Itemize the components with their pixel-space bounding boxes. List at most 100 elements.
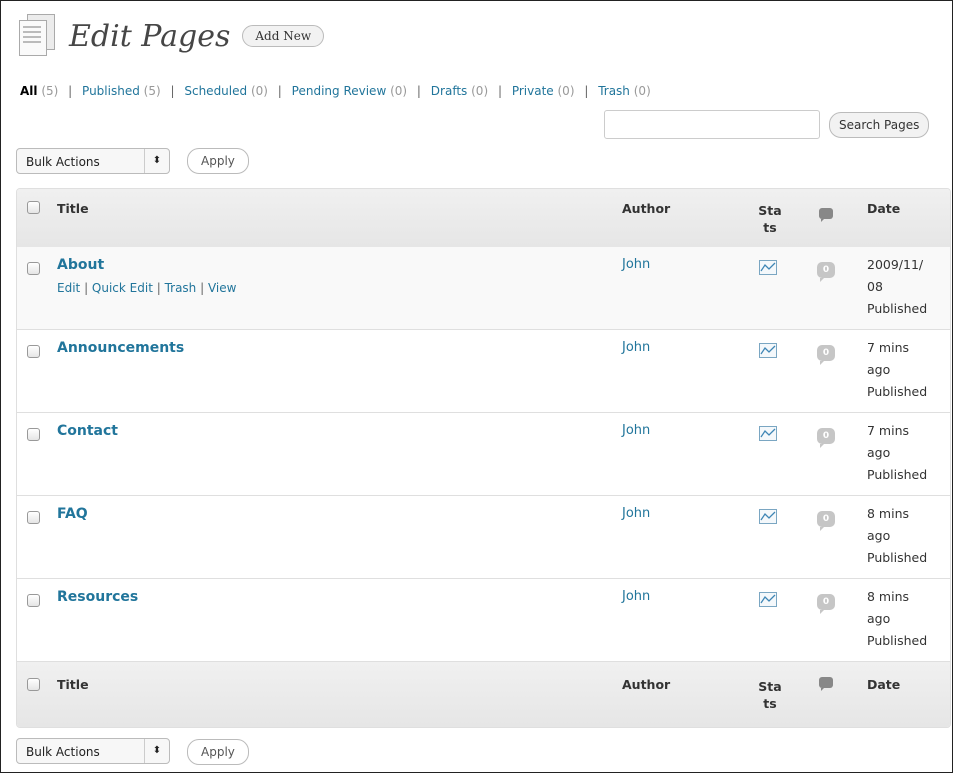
date-line1: 2009/11/: [867, 257, 924, 272]
filter-separator: |: [497, 84, 502, 98]
filter-trash-count: (0): [633, 84, 651, 98]
filter-separator: |: [416, 84, 421, 98]
filter-separator: |: [170, 84, 175, 98]
row-checkbox[interactable]: [27, 594, 40, 607]
pages-icon: [17, 14, 55, 58]
author-link[interactable]: John: [622, 340, 650, 355]
filter-scheduled-count: (0): [250, 84, 268, 98]
search-input[interactable]: [604, 110, 820, 139]
date-line2: ago: [867, 362, 891, 377]
status-text: Published: [867, 384, 928, 399]
column-author[interactable]: Author: [622, 201, 670, 216]
row-actions: Edit | Quick Edit | Trash | View: [57, 281, 237, 295]
date-line1: 7 mins: [867, 340, 910, 355]
view-link[interactable]: View: [208, 281, 236, 295]
filter-private[interactable]: Private: [512, 84, 554, 98]
trash-link[interactable]: Trash: [165, 281, 197, 295]
table-row: Announcements John 0 7 mins ago Publishe…: [17, 330, 950, 413]
date-cell: 2009/11/ 08 Published: [867, 254, 927, 320]
stats-chart-icon[interactable]: [759, 260, 777, 275]
edit-link[interactable]: Edit: [57, 281, 80, 295]
column-stats-footer: Sta ts: [755, 678, 785, 712]
column-title[interactable]: Title: [57, 201, 89, 216]
filter-drafts-count: (0): [471, 84, 489, 98]
page-title-link[interactable]: Contact: [57, 423, 118, 439]
page-title: Edit Pages: [69, 18, 231, 54]
row-checkbox[interactable]: [27, 511, 40, 524]
bulk-actions-label: Bulk Actions: [26, 745, 100, 759]
column-date[interactable]: Date: [867, 198, 900, 220]
row-checkbox[interactable]: [27, 262, 40, 275]
date-cell: 7 mins ago Published: [867, 420, 927, 486]
column-stats-line1: Sta: [758, 203, 782, 218]
page-title-link[interactable]: Resources: [57, 589, 138, 605]
filter-pending-count: (0): [390, 84, 408, 98]
status-text: Published: [867, 301, 928, 316]
comment-count-bubble[interactable]: 0: [817, 511, 835, 531]
filter-private-count: (0): [557, 84, 575, 98]
column-title-footer[interactable]: Title: [57, 677, 89, 692]
date-line2: ago: [867, 611, 891, 626]
page-title-link[interactable]: About: [57, 257, 104, 273]
filter-scheduled[interactable]: Scheduled: [184, 84, 247, 98]
filter-separator: |: [584, 84, 589, 98]
author-link[interactable]: John: [622, 589, 650, 604]
table-row: Resources John 0 8 mins ago Published: [17, 579, 950, 662]
date-line2: 08: [867, 279, 883, 294]
add-new-button[interactable]: Add New: [242, 25, 325, 47]
apply-button-top[interactable]: Apply: [187, 148, 249, 174]
row-checkbox[interactable]: [27, 428, 40, 441]
comments-footer-icon: [819, 677, 833, 691]
search-pages-button[interactable]: Search Pages: [829, 112, 930, 138]
table-row: About Edit | Quick Edit | Trash | View J…: [17, 247, 950, 330]
comments-header-icon: [819, 208, 833, 222]
column-author-footer[interactable]: Author: [622, 677, 670, 692]
page-title-link[interactable]: FAQ: [57, 506, 88, 522]
comment-count-bubble[interactable]: 0: [817, 428, 835, 448]
column-stats-line1: Sta: [758, 679, 782, 694]
column-stats-line2: ts: [763, 696, 777, 711]
row-checkbox[interactable]: [27, 345, 40, 358]
filter-trash[interactable]: Trash: [598, 84, 630, 98]
stats-chart-icon[interactable]: [759, 592, 777, 607]
author-link[interactable]: John: [622, 506, 650, 521]
author-link[interactable]: John: [622, 257, 650, 272]
date-line2: ago: [867, 445, 891, 460]
comment-count-bubble[interactable]: 0: [817, 594, 835, 614]
status-text: Published: [867, 550, 928, 565]
date-cell: 8 mins ago Published: [867, 586, 927, 652]
select-arrows-icon: ⬍: [144, 149, 169, 173]
select-arrows-icon: ⬍: [144, 739, 169, 763]
page-header: Edit Pages Add New: [17, 14, 325, 58]
filter-published[interactable]: Published: [82, 84, 140, 98]
table-footer: Title Author Sta ts Date: [17, 662, 950, 727]
filter-all[interactable]: All: [20, 84, 38, 98]
stats-chart-icon[interactable]: [759, 509, 777, 524]
author-link[interactable]: John: [622, 423, 650, 438]
filter-drafts[interactable]: Drafts: [431, 84, 468, 98]
bulk-actions-label: Bulk Actions: [26, 155, 100, 169]
table-header: Title Author Sta ts Date: [17, 189, 950, 247]
quick-edit-link[interactable]: Quick Edit: [92, 281, 153, 295]
date-cell: 7 mins ago Published: [867, 337, 927, 403]
stats-chart-icon[interactable]: [759, 343, 777, 358]
filter-all-count: (5): [41, 84, 59, 98]
stats-chart-icon[interactable]: [759, 426, 777, 441]
status-text: Published: [867, 467, 928, 482]
date-line2: ago: [867, 528, 891, 543]
bulk-actions-select-top[interactable]: Bulk Actions ⬍: [16, 148, 170, 174]
column-stats: Sta ts: [755, 202, 785, 236]
select-all-checkbox-bottom[interactable]: [27, 678, 40, 691]
apply-button-bottom[interactable]: Apply: [187, 739, 249, 765]
select-all-checkbox[interactable]: [27, 201, 40, 214]
comment-count-bubble[interactable]: 0: [817, 262, 835, 282]
bulk-actions-select-bottom[interactable]: Bulk Actions ⬍: [16, 738, 170, 764]
comment-count-bubble[interactable]: 0: [817, 345, 835, 365]
column-date-footer[interactable]: Date: [867, 674, 900, 696]
date-cell: 8 mins ago Published: [867, 503, 927, 569]
filter-separator: |: [277, 84, 282, 98]
filter-pending-review[interactable]: Pending Review: [292, 84, 387, 98]
filter-published-count: (5): [143, 84, 161, 98]
table-row: FAQ John 0 8 mins ago Published: [17, 496, 950, 579]
page-title-link[interactable]: Announcements: [57, 340, 184, 356]
